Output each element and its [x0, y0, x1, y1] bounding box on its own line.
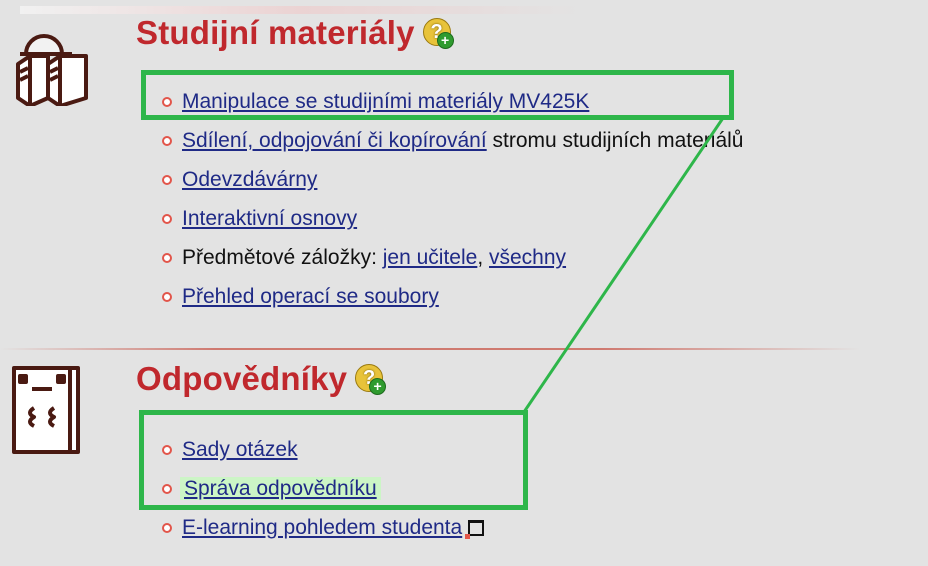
- annotation-connector: [522, 117, 725, 413]
